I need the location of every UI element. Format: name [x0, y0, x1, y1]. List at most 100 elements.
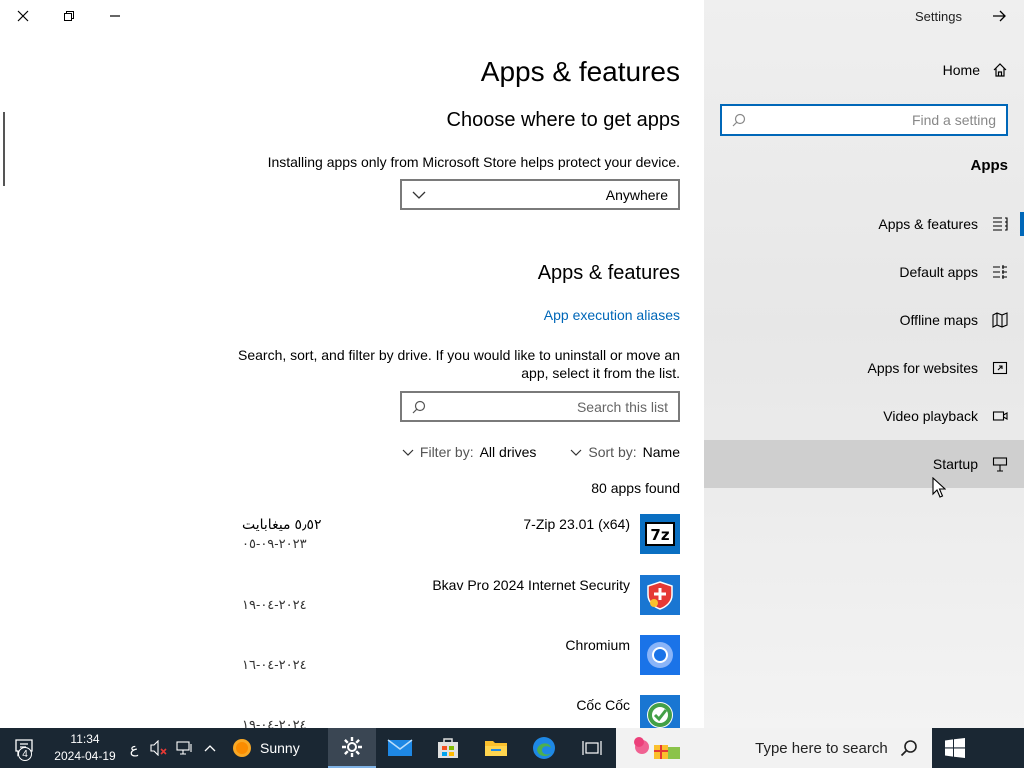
minimize-icon	[110, 15, 120, 17]
app-list-item[interactable]: ٢٠٢٤-٠٤-١٩ Cốc Cốc	[240, 695, 680, 728]
nav-item-label: Apps for websites	[867, 360, 979, 376]
clock-time: 11:34	[70, 732, 100, 746]
minimize-window-button[interactable]	[102, 4, 128, 28]
search-icon	[412, 400, 426, 413]
nav-item-default-apps[interactable]: Default apps	[704, 248, 1024, 296]
window-title: Settings	[915, 9, 962, 24]
nav-item-apps-features[interactable]: Apps & features	[704, 200, 1024, 248]
filter-sort-bar: Filter by: All drives Sort by: Name	[402, 444, 680, 460]
clock[interactable]: 11:34 2024-04-19	[48, 728, 122, 768]
app-name: Bkav Pro 2024 Internet Security	[432, 577, 630, 593]
nav-item-video-playback[interactable]: Video playback	[704, 392, 1024, 440]
search-list-placeholder: Search this list	[576, 398, 668, 415]
network-button[interactable]	[172, 728, 198, 768]
task-view-button[interactable]	[568, 728, 616, 768]
nav-item-startup[interactable]: Startup	[704, 440, 1024, 488]
find-setting-input[interactable]: Find a setting	[720, 104, 1008, 136]
store-taskbar-button[interactable]	[424, 728, 472, 768]
file-explorer-taskbar-button[interactable]	[472, 728, 520, 768]
filter-label: Filter by:	[419, 444, 474, 460]
scrollbar-indicator[interactable]	[3, 112, 5, 186]
app-date: ٢٠٢٤-٠٤-١٦	[242, 657, 307, 672]
nav-item-apps-websites[interactable]: Apps for websites	[704, 344, 1024, 392]
volume-button[interactable]	[146, 728, 172, 768]
filter-by-dropdown[interactable]: Filter by: All drives	[402, 444, 536, 460]
settings-taskbar-button[interactable]	[327, 728, 376, 768]
app-execution-aliases-link[interactable]: App execution aliases	[544, 307, 680, 323]
language-indicator[interactable]: ع	[122, 728, 146, 768]
nav-item-label: Default apps	[899, 264, 978, 280]
edge-icon	[532, 737, 555, 759]
sort-by-dropdown[interactable]: Sort by: Name	[570, 444, 680, 460]
mail-icon	[387, 739, 413, 756]
clock-date: 2024-04-19	[54, 749, 116, 763]
nav-item-label: Video playback	[883, 408, 978, 424]
apps-found-count: 80 apps found	[591, 480, 680, 496]
sun-icon	[233, 739, 251, 757]
app-source-dropdown[interactable]: Anywhere	[400, 179, 680, 210]
app-date: ٢٠٢٤-٠٤-١٩	[242, 717, 307, 728]
offline-maps-icon	[992, 312, 1008, 328]
sort-label: Sort by:	[588, 444, 637, 460]
nav-item-label: Apps & features	[878, 216, 978, 232]
sort-value: Name	[642, 444, 680, 460]
folder-icon	[484, 741, 507, 756]
app-name: 7-Zip 23.01 (x64)	[523, 516, 630, 532]
apps-features-icon	[993, 217, 1008, 231]
app-size: ٥٫٥٢ ميغابايت	[242, 516, 322, 532]
task-view-icon	[582, 741, 602, 755]
network-icon	[176, 741, 192, 755]
edge-taskbar-button[interactable]	[520, 728, 568, 768]
nav-item-label: Offline maps	[899, 312, 978, 328]
start-button[interactable]	[932, 728, 978, 768]
startup-icon	[992, 457, 1008, 472]
weather-widget[interactable]: Sunny	[222, 728, 310, 768]
chevron-down-icon	[570, 449, 582, 456]
chevron-down-icon	[402, 449, 414, 456]
search-icon	[732, 113, 746, 127]
default-apps-icon	[993, 265, 1007, 279]
app-list-item[interactable]: ٢٠٢٤-٠٤-١٦ Chromium	[240, 635, 680, 691]
nav-item-label: Startup	[932, 456, 978, 472]
search-icon	[900, 740, 917, 757]
coccoc-icon	[640, 695, 680, 728]
nav-item-offline-maps[interactable]: Offline maps	[704, 296, 1024, 344]
windows-logo-icon	[944, 738, 965, 758]
taskbar-search-placeholder: Type here to search	[755, 739, 888, 757]
chevron-up-icon	[204, 745, 216, 752]
close-icon	[17, 10, 29, 22]
nav-home[interactable]: Home	[943, 62, 1008, 78]
restore-icon	[64, 11, 74, 21]
close-window-button[interactable]	[10, 4, 36, 28]
choose-apps-heading: Choose where to get apps	[446, 109, 681, 131]
bkav-icon	[640, 575, 680, 615]
store-icon	[437, 738, 458, 758]
main-content: Apps & features Choose where to get apps…	[0, 0, 704, 728]
taskbar-search-box[interactable]: Type here to search	[615, 728, 932, 768]
show-hidden-icons-button[interactable]	[198, 728, 222, 768]
apps-features-heading: Apps & features	[537, 262, 680, 284]
chevron-down-icon	[412, 191, 426, 199]
mail-taskbar-button[interactable]	[376, 728, 424, 768]
volume-muted-icon	[150, 740, 167, 756]
app-date: ٢٠٢٣-٠٩-٠٥	[242, 536, 307, 551]
notification-count-badge: 4	[18, 747, 32, 761]
app-name: Chromium	[565, 637, 630, 653]
restore-window-button[interactable]	[56, 4, 82, 28]
notification-center-button[interactable]: 4	[0, 728, 48, 768]
video-playback-icon	[992, 411, 1008, 421]
settings-nav-pane: Settings Home Find a setting Apps Apps &…	[704, 0, 1024, 728]
chromium-icon	[640, 635, 680, 675]
find-setting-placeholder: Find a setting	[911, 112, 996, 128]
mouse-cursor-icon	[932, 477, 946, 498]
app-list-item[interactable]: ٢٠٢٤-٠٤-١٩ Bkav Pro 2024 Internet Securi…	[240, 575, 680, 631]
home-icon	[993, 63, 1007, 77]
weather-label: Sunny	[260, 740, 300, 756]
search-list-input[interactable]: Search this list	[400, 391, 680, 422]
app-list-item[interactable]: ٥٫٥٢ ميغابايت ٢٠٢٣-٠٩-٠٥ 7-Zip 23.01 (x6…	[240, 514, 680, 570]
app-name: Cốc Cốc	[576, 697, 630, 713]
list-description-line2: app, select it from the list.	[521, 365, 680, 381]
filter-value: All drives	[479, 444, 537, 460]
nav-home-label: Home	[942, 62, 980, 78]
back-button[interactable]	[988, 6, 1010, 26]
